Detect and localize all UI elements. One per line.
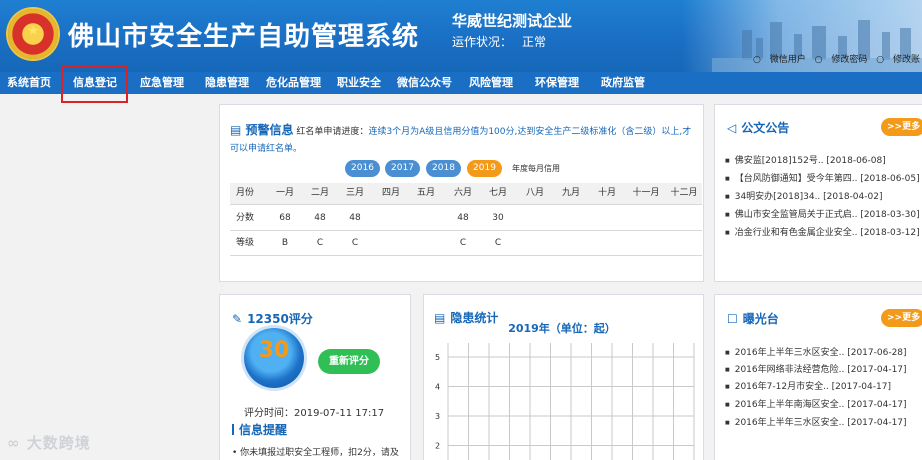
nav-government[interactable]: 政府监管 [601, 72, 645, 94]
change-password-link[interactable]: ○ 修改密码 [815, 55, 868, 65]
table-cell: 48 [457, 213, 469, 223]
score-panel: ✎ 12350评分 30 重新评分 评分时间：2019-07-11 17:17 信… [219, 294, 411, 460]
table-cell: 30 [492, 213, 504, 223]
reminder-text: • 你未填报过职安全工程师，扣2分，请及 [232, 448, 399, 458]
exposure-item[interactable]: 2016年上半年三水区安全.. [2017-04-17] [725, 415, 907, 428]
notice-item[interactable]: 冶金行业和有色金属企业安全.. [2018-03-12] [725, 225, 920, 238]
warning-header: ▤ 预警信息 红名单申请进度：连续3个月为A级且信用分值为100分,达到安全生产… [230, 122, 700, 158]
wechat-user-link[interactable]: ○ 微信用户 [753, 55, 806, 65]
nav-hazchem[interactable]: 危化品管理 [266, 72, 321, 94]
year-note: 年度每月信用 [512, 164, 560, 173]
exposure-title: ☐ 曝光台 [727, 312, 779, 326]
notices-title: ◁ 公文公告 [727, 121, 790, 135]
table-header-cell: 二月 [310, 188, 329, 198]
rescore-button[interactable]: 重新评分 [318, 349, 380, 374]
highlight-box [61, 66, 128, 103]
y-tick-label: 2 [435, 442, 440, 451]
nav-hazard[interactable]: 隐患管理 [205, 72, 249, 94]
table-header-cell: 五月 [416, 188, 435, 198]
header-banner: ★ 佛山市安全生产自助管理系统 华威世纪测试企业 运作状况： 正常 ○ 微信用户 … [0, 0, 922, 72]
table-header-cell: 四月 [381, 188, 400, 198]
table-header-cell: 一月 [275, 188, 294, 198]
watermark: ∞ 大数跨境 [7, 434, 91, 452]
document-icon: ▤ [230, 123, 242, 137]
score-time: 评分时间：2019-07-11 17:17 [244, 408, 385, 419]
table-cell: 分数 [235, 213, 254, 223]
user-links: ○ 微信用户 ○ 修改密码 ○ 修改账 [747, 52, 920, 65]
table-header-cell: 十二月 [670, 188, 698, 198]
table-header-cell: 七月 [488, 188, 507, 198]
nav-emergency[interactable]: 应急管理 [140, 72, 184, 94]
exposure-panel: ☐曝光台 >>更多 2016年上半年三水区安全.. [2017-06-28] 2… [714, 294, 922, 460]
notices-more-button[interactable]: >>更多 [881, 118, 922, 136]
operation-status: 运作状况： 正常 [452, 33, 556, 50]
exposure-icon: ☐ [727, 312, 738, 326]
main-nav: 系统首页 信息登记 应急管理 隐患管理 危化品管理 职业安全 微信公众号 风险管… [0, 72, 922, 94]
change-account-link[interactable]: ○ 修改账 [876, 55, 920, 65]
score-value: 30 [258, 338, 290, 363]
year-tab-2019[interactable]: 2019 [467, 160, 502, 177]
y-tick-label: 3 [435, 412, 440, 421]
credit-table-row: 分数 68 48 48 48 30 [230, 208, 702, 229]
table-cell: 68 [279, 213, 291, 223]
nav-occupational-safety[interactable]: 职业安全 [337, 72, 381, 94]
table-cell: C [459, 238, 467, 248]
redlist-label: 红名单申请进度： [296, 127, 369, 137]
table-cell: 等级 [235, 238, 254, 248]
hazard-chart: 5 4 3 2 [435, 343, 695, 460]
warning-title: ▤ 预警信息 [230, 123, 294, 137]
y-tick-label: 5 [435, 353, 440, 362]
redlist-requirement: 连续3个月为A级且信用分值为100分,达到安全生产二级标准化（含二级）以上,才 [368, 127, 692, 137]
table-cell: B [281, 238, 289, 248]
table-header-cell: 十一月 [632, 188, 660, 198]
status-label: 运作状况： [452, 35, 513, 49]
table-cell: C [316, 238, 324, 248]
credit-table-header: 月份 一月 二月 三月 四月 五月 六月 七月 八月 九月 十月 十一月 十二月 [230, 183, 702, 204]
score-title: ✎ 12350评分 [232, 312, 313, 326]
table-cell: C [494, 238, 502, 248]
warning-panel: ▤ 预警信息 红名单申请进度：连续3个月为A级且信用分值为100分,达到安全生产… [219, 104, 704, 282]
credit-table-row: 等级 B C C C C [230, 233, 702, 254]
table-header-cell: 十月 [597, 188, 616, 198]
table-header-cell: 月份 [235, 188, 254, 198]
table-cell: C [351, 238, 359, 248]
watermark-logo-icon: ∞ [7, 434, 21, 452]
status-value: 正常 [522, 35, 547, 49]
exposure-item[interactable]: 2016年网络非法经营危险.. [2017-04-17] [725, 362, 907, 375]
notice-item[interactable]: 34明安办[2018]34.. [2018-04-02] [725, 189, 883, 202]
hazard-panel: ▤ 隐患统计 2019年（单位：起） 5432 [423, 294, 704, 460]
exposure-more-button[interactable]: >>更多 [881, 309, 922, 327]
year-tab-2018[interactable]: 2018 [426, 160, 461, 177]
notice-item[interactable]: 佛安监[2018]152号.. [2018-06-08] [725, 153, 886, 166]
year-tab-2016[interactable]: 2016 [345, 160, 380, 177]
nav-home[interactable]: 系统首页 [7, 72, 51, 94]
table-header-cell: 三月 [345, 188, 364, 198]
table-header-cell: 六月 [453, 188, 472, 198]
notice-item[interactable]: 【台风防御通知】受今年第四.. [2018-06-05] [725, 171, 920, 184]
exposure-item[interactable]: 2016年上半年三水区安全.. [2017-06-28] [725, 345, 907, 358]
exposure-item[interactable]: 2016年7-12月市安全.. [2017-04-17] [725, 379, 891, 392]
megaphone-icon: ◁ [727, 121, 737, 135]
company-name: 华威世纪测试企业 [452, 12, 573, 30]
system-title: 佛山市安全生产自助管理系统 [68, 22, 420, 52]
table-cell: 48 [314, 213, 326, 223]
table-header-cell: 九月 [561, 188, 580, 198]
redlist-requirement-2: 可以申请红名单。 [230, 144, 303, 154]
reminder-title: 信息提醒 [232, 421, 287, 438]
y-tick-label: 4 [435, 383, 440, 392]
notice-item[interactable]: 佛山市安全监管局关于正式启.. [2018-03-30] [725, 207, 920, 220]
score-dial: 30 [244, 328, 304, 388]
nav-wechat[interactable]: 微信公众号 [397, 72, 452, 94]
nav-risk[interactable]: 风险管理 [469, 72, 513, 94]
pencil-icon: ✎ [232, 312, 243, 326]
table-cell: 48 [349, 213, 361, 223]
year-tab-2017[interactable]: 2017 [385, 160, 420, 177]
national-emblem-icon: ★ [8, 9, 58, 59]
table-header-cell: 八月 [525, 188, 544, 198]
nav-environment[interactable]: 环保管理 [535, 72, 579, 94]
notices-panel: ◁公文公告 >>更多 佛安监[2018]152号.. [2018-06-08] … [714, 104, 922, 282]
exposure-item[interactable]: 2016年上半年南海区安全.. [2017-04-17] [725, 397, 907, 410]
